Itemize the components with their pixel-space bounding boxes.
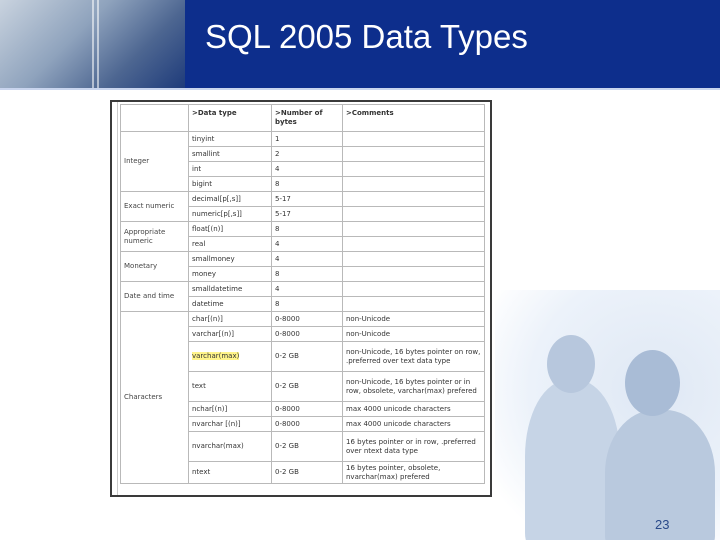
category-cell: Characters [120,311,189,484]
bytes-cell: 8 [271,221,343,237]
type-cell: varchar(max) [188,341,272,372]
table-row: Integer tinyint 1 [120,131,485,192]
comment-cell: non-Unicode, 16 bytes pointer or in row,… [342,371,485,402]
table-row: Date and time smalldatetime 4 [120,281,485,312]
bytes-cell: 5-17 [271,191,343,207]
type-cell: nvarchar [(n)] [188,416,272,432]
comment-cell: max 4000 unicode characters [342,416,485,432]
table-header-row: >Data type >Number of bytes >Comments [120,104,485,132]
comment-cell: non-Unicode, 16 bytes pointer on row, .p… [342,341,485,372]
bytes-cell: 5-17 [271,206,343,222]
comment-cell [342,266,485,282]
bytes-cell: 4 [271,161,343,177]
bytes-cell: 8 [271,296,343,312]
bytes-cell: 0-2 GB [271,431,343,462]
header-comments: >Comments [342,104,485,132]
comment-cell: max 4000 unicode characters [342,401,485,417]
bytes-cell: 4 [271,236,343,252]
type-cell: smalldatetime [188,281,272,297]
type-cell: real [188,236,272,252]
slide-header: SQL 2005 Data Types [0,0,720,90]
comment-cell: 16 bytes pointer or in row, .preferred o… [342,431,485,462]
type-cell: smallint [188,146,272,162]
type-cell: numeric[p[,s]] [188,206,272,222]
bytes-cell: 2 [271,146,343,162]
header-photo [0,0,185,90]
type-cell: nchar[(n)] [188,401,272,417]
comment-cell [342,131,485,147]
type-cell: decimal[p[,s]] [188,191,272,207]
comment-cell [342,161,485,177]
table-row: Appropriate numeric float[(n)] 8 [120,221,485,252]
category-cell: Integer [120,131,189,192]
bytes-cell: 4 [271,281,343,297]
type-cell: datetime [188,296,272,312]
type-cell: int [188,161,272,177]
bytes-cell: 4 [271,251,343,267]
type-cell: char[(n)] [188,311,272,327]
type-cell: smallmoney [188,251,272,267]
category-cell: Appropriate numeric [120,221,189,252]
slide-number: 23 [655,517,670,532]
table-row: Characters char[(n)] 0-8000 non-Unicode [120,311,485,484]
category-cell: Date and time [120,281,189,312]
comment-cell [342,176,485,192]
category-cell: Monetary [120,251,189,282]
comment-cell [342,206,485,222]
table-left-edge [112,102,118,495]
type-cell: bigint [188,176,272,192]
table-row: Monetary smallmoney 4 [120,251,485,282]
type-cell: money [188,266,272,282]
table-row: Exact numeric decimal[p[,s]] 5-17 [120,191,485,222]
comment-cell [342,251,485,267]
type-cell: text [188,371,272,402]
highlighted-type: varchar(max) [192,352,240,361]
bytes-cell: 8 [271,266,343,282]
comment-cell [342,281,485,297]
type-cell: nvarchar(max) [188,431,272,462]
type-cell: varchar[(n)] [188,326,272,342]
bytes-cell: 1 [271,131,343,147]
header-data-type: >Data type [188,104,272,132]
comment-cell [342,146,485,162]
data-types-table: >Data type >Number of bytes >Comments In… [120,104,485,484]
comment-cell [342,221,485,237]
comment-cell: 16 bytes pointer, obsolete, nvarchar(max… [342,461,485,484]
comment-cell [342,191,485,207]
bytes-cell: 0-8000 [271,401,343,417]
header-bytes: >Number of bytes [271,104,343,132]
comment-cell [342,296,485,312]
comment-cell: non-Unicode [342,326,485,342]
bytes-cell: 0-2 GB [271,461,343,484]
bytes-cell: 0-8000 [271,416,343,432]
bytes-cell: 0-2 GB [271,371,343,402]
type-cell: tinyint [188,131,272,147]
type-cell: float[(n)] [188,221,272,237]
header-category [120,104,189,132]
comment-cell: non-Unicode [342,311,485,327]
comment-cell [342,236,485,252]
data-types-table-image: >Data type >Number of bytes >Comments In… [110,100,492,497]
slide-title: SQL 2005 Data Types [205,18,528,55]
background-photo [495,290,720,540]
bytes-cell: 8 [271,176,343,192]
bytes-cell: 0-2 GB [271,341,343,372]
bytes-cell: 0-8000 [271,311,343,327]
category-cell: Exact numeric [120,191,189,222]
bytes-cell: 0-8000 [271,326,343,342]
header-divider [0,88,720,90]
type-cell: ntext [188,461,272,484]
